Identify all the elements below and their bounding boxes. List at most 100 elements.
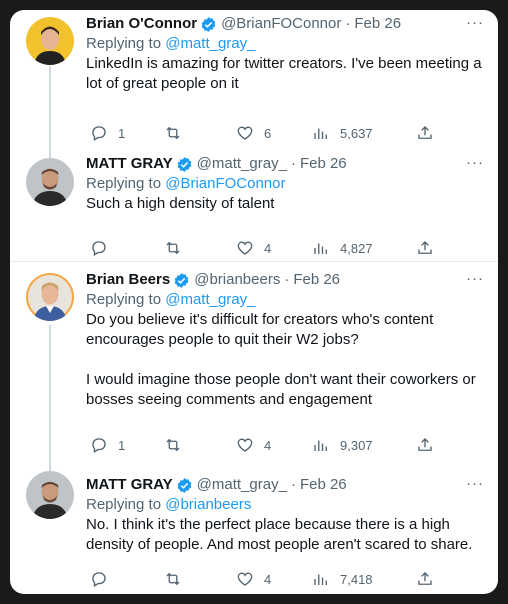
separator: · bbox=[284, 271, 290, 288]
mention-link[interactable]: @BrianFOConnor bbox=[165, 175, 285, 192]
tweet-1[interactable]: Brian O'Connor @BrianFOConnor · Feb 26 ·… bbox=[10, 10, 498, 158]
author-handle[interactable]: @brianbeers bbox=[194, 270, 280, 290]
views-count: 4,827 bbox=[340, 240, 373, 256]
action-bar: 4 7,418 bbox=[86, 570, 484, 590]
views-button[interactable]: 7,418 bbox=[312, 570, 373, 588]
like-button[interactable]: 4 bbox=[236, 570, 271, 588]
verified-badge-icon bbox=[177, 156, 192, 172]
mention-link[interactable]: @matt_gray_ bbox=[165, 291, 255, 308]
action-bar: 4 4,827 bbox=[86, 239, 484, 259]
separator: · bbox=[345, 15, 351, 32]
avatar[interactable] bbox=[26, 17, 74, 65]
action-bar: 1 6 5,637 bbox=[86, 124, 484, 144]
heart-icon bbox=[237, 438, 253, 452]
verified-badge-icon bbox=[177, 477, 192, 493]
views-button[interactable]: 9,307 bbox=[312, 436, 373, 454]
thread-line bbox=[49, 325, 51, 471]
replying-to: Replying to @matt_gray_ bbox=[86, 290, 484, 310]
timestamp[interactable]: Feb 26 bbox=[354, 14, 401, 34]
heart-icon bbox=[237, 572, 253, 586]
tweet-3[interactable]: Brian Beers @brianbeers · Feb 26 ··· Rep… bbox=[10, 263, 498, 471]
author-name[interactable]: Brian Beers bbox=[86, 270, 170, 290]
verified-badge-icon bbox=[174, 272, 189, 288]
views-chart-icon bbox=[314, 128, 327, 139]
reply-button[interactable] bbox=[90, 239, 118, 257]
avatar[interactable] bbox=[26, 471, 74, 519]
action-bar: 1 4 9,307 bbox=[86, 436, 484, 456]
share-icon bbox=[418, 572, 432, 585]
views-count: 9,307 bbox=[340, 437, 373, 453]
reply-button[interactable] bbox=[90, 570, 118, 588]
retweet-icon bbox=[166, 438, 180, 452]
author-handle[interactable]: @matt_gray_ bbox=[197, 154, 287, 174]
more-icon[interactable]: ··· bbox=[466, 271, 484, 286]
reply-button[interactable]: 1 bbox=[90, 124, 125, 142]
like-count: 4 bbox=[264, 437, 272, 453]
tweet-4[interactable]: MATT GRAY @matt_gray_ · Feb 26 ··· Reply… bbox=[10, 463, 498, 594]
like-button[interactable]: 4 bbox=[236, 436, 271, 454]
retweet-button[interactable] bbox=[164, 239, 192, 257]
heart-icon bbox=[237, 241, 253, 255]
author-handle[interactable]: @BrianFOConnor bbox=[221, 14, 341, 34]
reply-icon bbox=[92, 241, 106, 256]
replying-to: Replying to @brianbeers bbox=[86, 495, 484, 515]
tweet-text: No. I think it's the perfect place becau… bbox=[86, 516, 473, 553]
retweet-icon bbox=[166, 241, 180, 255]
tweet-text: Such a high density of talent bbox=[86, 195, 275, 212]
like-button[interactable]: 6 bbox=[236, 124, 271, 142]
like-count: 4 bbox=[264, 240, 272, 256]
tweet-text: Do you believe it's difficult for creato… bbox=[86, 311, 476, 408]
more-icon[interactable]: ··· bbox=[466, 476, 484, 491]
timestamp[interactable]: Feb 26 bbox=[293, 270, 340, 290]
replying-prefix: Replying to bbox=[86, 35, 162, 52]
views-chart-icon bbox=[314, 243, 327, 254]
reply-icon bbox=[92, 572, 106, 587]
timestamp[interactable]: Feb 26 bbox=[300, 475, 347, 495]
replying-prefix: Replying to bbox=[86, 496, 162, 513]
separator: · bbox=[290, 476, 296, 493]
share-icon bbox=[418, 241, 432, 254]
reply-count: 1 bbox=[118, 437, 126, 453]
retweet-button[interactable] bbox=[164, 570, 192, 588]
author-name[interactable]: MATT GRAY bbox=[86, 154, 173, 174]
author-name[interactable]: MATT GRAY bbox=[86, 475, 173, 495]
like-button[interactable]: 4 bbox=[236, 239, 271, 257]
share-button[interactable] bbox=[416, 124, 434, 142]
mention-link[interactable]: @brianbeers bbox=[165, 496, 251, 513]
share-icon bbox=[418, 438, 432, 451]
like-count: 6 bbox=[264, 125, 272, 141]
share-button[interactable] bbox=[416, 436, 434, 454]
views-chart-icon bbox=[314, 574, 327, 585]
views-count: 7,418 bbox=[340, 571, 373, 587]
retweet-icon bbox=[166, 572, 180, 586]
tweet-2[interactable]: MATT GRAY @matt_gray_ · Feb 26 ··· Reply… bbox=[10, 150, 498, 262]
reply-button[interactable]: 1 bbox=[90, 436, 125, 454]
timestamp[interactable]: Feb 26 bbox=[300, 154, 347, 174]
more-icon[interactable]: ··· bbox=[466, 155, 484, 170]
replying-prefix: Replying to bbox=[86, 291, 162, 308]
more-icon[interactable]: ··· bbox=[466, 15, 484, 30]
retweet-button[interactable] bbox=[164, 436, 192, 454]
thread-line bbox=[49, 66, 51, 158]
retweet-icon bbox=[166, 126, 180, 140]
replying-prefix: Replying to bbox=[86, 175, 162, 192]
separator: · bbox=[290, 155, 296, 172]
reply-icon bbox=[92, 438, 106, 453]
avatar[interactable] bbox=[26, 273, 74, 321]
share-button[interactable] bbox=[416, 239, 434, 257]
author-name[interactable]: Brian O'Connor bbox=[86, 14, 197, 34]
views-button[interactable]: 4,827 bbox=[312, 239, 373, 257]
mention-link[interactable]: @matt_gray_ bbox=[165, 35, 255, 52]
avatar[interactable] bbox=[26, 158, 74, 206]
heart-icon bbox=[237, 126, 253, 140]
reply-count: 1 bbox=[118, 125, 126, 141]
tweet-text: LinkedIn is amazing for twitter creators… bbox=[86, 55, 482, 92]
share-icon bbox=[418, 126, 432, 139]
views-chart-icon bbox=[314, 440, 327, 451]
author-handle[interactable]: @matt_gray_ bbox=[197, 475, 287, 495]
share-button[interactable] bbox=[416, 570, 434, 588]
replying-to: Replying to @BrianFOConnor bbox=[86, 174, 484, 194]
views-count: 5,637 bbox=[340, 125, 373, 141]
retweet-button[interactable] bbox=[164, 124, 192, 142]
views-button[interactable]: 5,637 bbox=[312, 124, 373, 142]
